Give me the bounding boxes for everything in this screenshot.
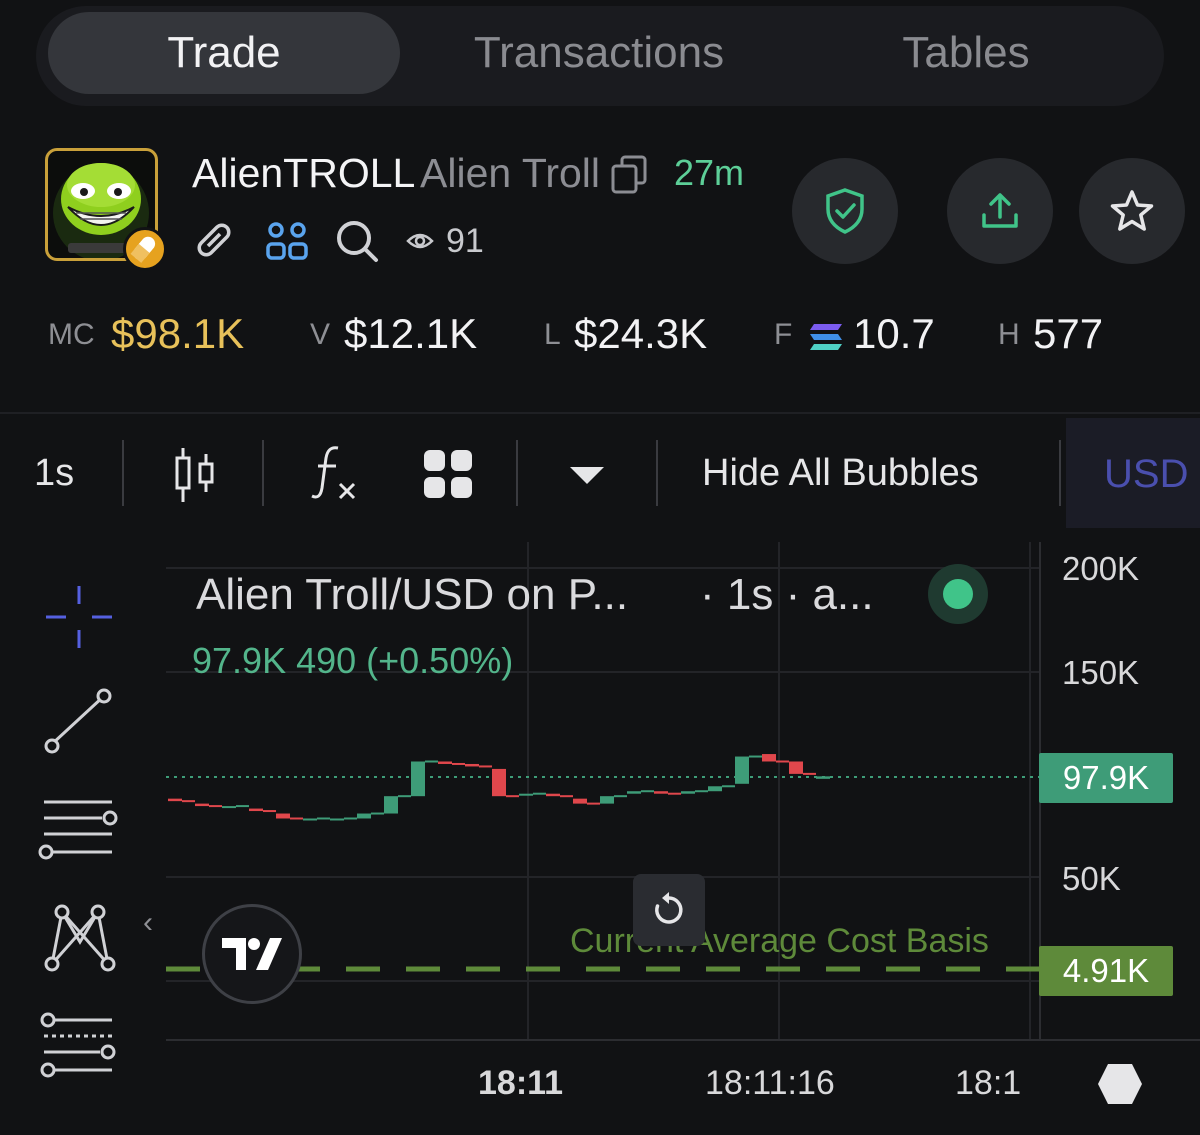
upload-icon <box>982 193 1018 228</box>
candle <box>519 793 533 796</box>
candle <box>276 813 290 819</box>
share-button[interactable] <box>947 158 1053 264</box>
price-axis-label: 150K <box>1062 654 1140 691</box>
chevron-down-icon[interactable] <box>568 464 606 491</box>
time-axis-label: 18:1 <box>955 1064 1022 1102</box>
holders-value: 577 <box>1033 310 1104 357</box>
search-icon[interactable] <box>334 218 380 269</box>
candle <box>411 761 425 797</box>
toolbar-separator <box>262 440 264 506</box>
tab-trade[interactable]: Trade <box>48 12 400 94</box>
candle <box>816 776 830 779</box>
candle <box>249 808 263 812</box>
live-status-dot <box>926 562 990 631</box>
candle <box>195 803 209 807</box>
security-check-button[interactable] <box>792 158 898 264</box>
liquidity-value: $24.3K <box>574 310 708 357</box>
candle <box>492 768 506 797</box>
holders-label: H <box>998 318 1020 351</box>
candle <box>357 813 371 819</box>
candle <box>654 791 668 794</box>
refresh-icon <box>655 892 683 924</box>
candle <box>222 806 236 809</box>
candle <box>708 786 722 792</box>
price-axis-label: 50K <box>1062 860 1121 897</box>
crosshair-icon[interactable] <box>44 582 114 657</box>
time-axis-label: 18:11:16 <box>705 1064 835 1102</box>
candle <box>438 761 452 764</box>
candle <box>735 756 749 784</box>
candle <box>627 791 641 794</box>
toolbar-separator <box>656 440 658 506</box>
candle <box>681 791 695 794</box>
layout-grid-icon[interactable] <box>422 448 474 505</box>
price-axis-label: 200K <box>1062 550 1140 587</box>
horizontal-lines-icon[interactable] <box>36 794 120 869</box>
drawing-toolbar <box>0 540 155 1125</box>
fees-label: F <box>774 318 793 351</box>
view-tabs: Trade Transactions Tables <box>36 6 1164 106</box>
volume-label: V <box>310 318 331 351</box>
toolbar-separator <box>1059 440 1061 506</box>
candle <box>789 761 803 774</box>
token-name: Alien Troll <box>420 150 601 196</box>
holders-icon[interactable] <box>264 220 310 267</box>
token-age: 27m <box>674 152 745 193</box>
candle <box>465 763 479 767</box>
trend-line-icon[interactable] <box>40 686 116 761</box>
candle <box>546 793 560 797</box>
current-price-tag: 97.9K <box>1039 753 1173 803</box>
candle <box>762 754 776 762</box>
tab-tables[interactable]: Tables <box>856 12 1076 94</box>
watcher-count: 91 <box>446 222 484 260</box>
candle <box>303 818 317 821</box>
pill-icon <box>123 227 167 271</box>
market-cap-value: $98.1K <box>111 310 245 357</box>
market-cap-label: MC <box>48 318 95 351</box>
candles-icon[interactable] <box>172 446 218 509</box>
currency-label: USD <box>1104 452 1189 496</box>
interval-selector[interactable]: 1s <box>34 452 74 495</box>
pattern-icon[interactable] <box>40 900 120 979</box>
price-chart[interactable] <box>0 530 1200 1135</box>
eye-icon <box>406 230 434 257</box>
copy-icon[interactable] <box>610 154 648 199</box>
reset-chart-button[interactable] <box>633 874 705 946</box>
toolbar-separator <box>516 440 518 506</box>
candle <box>600 796 614 804</box>
candle <box>330 818 344 821</box>
candle <box>384 796 398 814</box>
time-axis-label: 18:11 <box>478 1064 564 1102</box>
indicators-icon[interactable] <box>310 444 358 507</box>
fib-retracement-icon[interactable] <box>36 1010 120 1085</box>
link-icon[interactable] <box>192 218 236 267</box>
tab-transactions[interactable]: Transactions <box>426 12 772 94</box>
hide-bubbles-button[interactable]: Hide All Bubbles <box>702 452 979 495</box>
chart-legend-interval: · 1s · a... <box>700 570 874 619</box>
section-divider <box>0 412 1200 414</box>
favorite-button[interactable] <box>1079 158 1185 264</box>
volume-value: $12.1K <box>344 310 478 357</box>
chart-legend-values: 97.9K 490 (+0.50%) <box>192 640 514 681</box>
chart-legend-title: Alien Troll/USD on P... <box>196 570 629 619</box>
collapse-toolbar-arrow[interactable]: ‹ <box>143 906 153 940</box>
token-symbol: AlienTROLL <box>192 150 416 196</box>
cost-basis-tag: 4.91K <box>1039 946 1173 996</box>
star-icon <box>1110 190 1154 231</box>
toolbar-separator <box>122 440 124 506</box>
solana-icon <box>808 322 844 357</box>
candle <box>573 798 587 804</box>
candle <box>168 798 182 802</box>
settings-hexagon-icon[interactable] <box>1096 1062 1144 1111</box>
liquidity-label: L <box>544 318 561 351</box>
tradingview-logo[interactable] <box>202 904 302 1004</box>
fees-value: 10.7 <box>853 310 935 357</box>
shield-check-icon <box>826 188 864 234</box>
